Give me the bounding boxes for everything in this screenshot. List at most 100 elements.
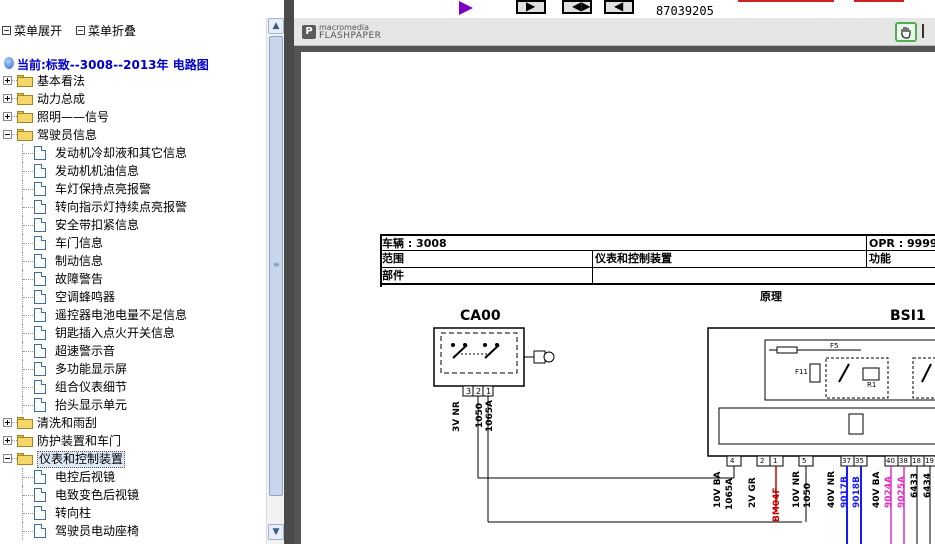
- tree-node-label: 故障警告: [55, 272, 104, 286]
- ca00-pin-1: 1: [486, 387, 492, 396]
- tree-folder-node[interactable]: 防护装置和车门: [0, 432, 266, 450]
- document-icon: [34, 362, 46, 376]
- document-page: 车辆 : 3008 OPR : 9999 范围 仪表和控制装置 功能 部件 原理…: [301, 52, 935, 544]
- document-icon: [34, 272, 46, 286]
- tree-doc-node[interactable]: 制动信息: [0, 252, 266, 270]
- arrow-right-icon: ▶: [526, 0, 536, 13]
- nav-button-1[interactable]: ▶: [516, 0, 546, 14]
- expand-node-icon[interactable]: [3, 94, 12, 103]
- tree-guide-line: [23, 261, 33, 262]
- tree-doc-node[interactable]: 多功能显示屏: [0, 360, 266, 378]
- tree-doc-node[interactable]: 超速警示音: [0, 342, 266, 360]
- flashpaper-logo-icon: P: [302, 25, 316, 39]
- tree-node-label: 电控后视镜: [55, 470, 116, 484]
- tree-guide-line: [23, 477, 33, 478]
- tree-top-strip: [0, 0, 266, 18]
- folder-icon: [17, 75, 33, 87]
- tree-folder-node[interactable]: 清洗和雨刮: [0, 414, 266, 432]
- bsi-conn-40vba: 40V BA: [872, 471, 882, 508]
- bsi-pin: 5: [802, 457, 807, 465]
- collapse-node-icon[interactable]: [3, 130, 12, 139]
- expand-all-button[interactable]: 菜单展开: [2, 22, 62, 39]
- tree-doc-node[interactable]: 转向指示灯持续点亮报警: [0, 198, 266, 216]
- tree-node-label: 钥匙插入点火开关信息: [55, 326, 176, 340]
- collapse-node-icon[interactable]: [3, 454, 12, 463]
- tree-scrollbar[interactable]: ▲ ≡ ▼: [266, 18, 284, 544]
- scroll-down-button[interactable]: ▼: [268, 524, 284, 540]
- tree-doc-node[interactable]: 空调蜂鸣器: [0, 288, 266, 306]
- tree-doc-node[interactable]: 转向柱: [0, 504, 266, 522]
- tree-folder-node[interactable]: 仪表和控制装置: [0, 450, 266, 468]
- hand-tool-button[interactable]: [895, 22, 917, 42]
- minus-box-icon: [76, 26, 85, 35]
- ca00-conn-label: 3V NR: [452, 401, 462, 432]
- tree-doc-node[interactable]: 车门信息: [0, 234, 266, 252]
- flashpaper-viewer: P macromedia FLASHPAPER 车辆 : 3008 OPR : …: [294, 18, 935, 544]
- panel-splitter[interactable]: [284, 0, 294, 544]
- collapse-all-button[interactable]: 菜单折叠: [76, 22, 136, 39]
- tree-doc-node[interactable]: 钥匙插入点火开关信息: [0, 324, 266, 342]
- bsi-pin: 1: [773, 457, 778, 465]
- tree-node-label: 车灯保持点亮报警: [55, 182, 152, 196]
- tree-node-label: 基本看法: [37, 74, 86, 88]
- document-icon: [34, 524, 46, 538]
- toolbar-separator: [922, 24, 932, 38]
- expand-node-icon[interactable]: [3, 436, 12, 445]
- open-folder-icon: [17, 129, 33, 141]
- expand-all-label: 菜单展开: [14, 24, 63, 38]
- bsi-wire-1050: 1050: [803, 482, 813, 508]
- expand-node-icon[interactable]: [3, 112, 12, 121]
- tree-doc-node[interactable]: 安全带扣紧信息: [0, 216, 266, 234]
- document-icon: [34, 344, 46, 358]
- wiring-schematic: [433, 327, 935, 544]
- tree-doc-node[interactable]: 发动机冷却液和其它信息: [0, 144, 266, 162]
- bsi-pin: 35: [855, 457, 864, 465]
- tree-folder-node[interactable]: 驾驶员信息: [0, 126, 266, 144]
- tree-doc-node[interactable]: 组合仪表细节: [0, 378, 266, 396]
- tree-node-label: 驾驶员电动座椅: [55, 524, 140, 538]
- bsi-wire-6434: 6434: [923, 472, 933, 498]
- tree-guide-line: [23, 153, 33, 154]
- tree-doc-node[interactable]: 电致变色后视镜: [0, 486, 266, 504]
- tree-node-label: 安全带扣紧信息: [55, 218, 140, 232]
- ca00-wire-1065a: 1065A: [485, 399, 495, 432]
- bsi-wire-1065a: 1065A: [725, 477, 735, 510]
- tree-node-label: 多功能显示屏: [55, 362, 128, 376]
- tree-guide-line: [23, 189, 33, 190]
- tree-node-label: 清洗和雨刮: [37, 416, 98, 430]
- tree-doc-node[interactable]: 车灯保持点亮报警: [0, 180, 266, 198]
- scroll-up-button[interactable]: ▲: [268, 18, 284, 34]
- nav-button-3[interactable]: ◀: [604, 0, 634, 14]
- nav-button-2[interactable]: ◀▶: [562, 0, 592, 14]
- strip-number: 87039205: [656, 4, 714, 18]
- tree-guide-line: [23, 225, 33, 226]
- bsi-conn-10vnr: 10V NR: [792, 470, 802, 508]
- tree-folder-node[interactable]: 动力总成: [0, 90, 266, 108]
- tree-doc-node[interactable]: 遥控器电池电量不足信息: [0, 306, 266, 324]
- bsi-pin: 37: [842, 457, 851, 465]
- red-underline: [738, 0, 834, 2]
- tree-node-label: 遥控器电池电量不足信息: [55, 308, 188, 322]
- tree-panel: 菜单展开 菜单折叠 当前:标致--3008--2013年 电路图 基本看法 动力总…: [0, 0, 284, 544]
- expand-node-icon[interactable]: [3, 418, 12, 427]
- tree-doc-node[interactable]: 电控后视镜: [0, 468, 266, 486]
- document-icon: [34, 506, 46, 520]
- tree-guide-line: [23, 369, 33, 370]
- tree-node-label: 动力总成: [37, 92, 86, 106]
- tree-guide-line: [23, 531, 33, 532]
- bsi-pin: 2: [760, 457, 765, 465]
- folder-icon: [17, 417, 33, 429]
- tree-doc-node[interactable]: 驾驶员电动座椅: [0, 522, 266, 540]
- tree-doc-node[interactable]: 抬头显示单元: [0, 396, 266, 414]
- tree-node-label: 空调蜂鸣器: [55, 290, 116, 304]
- tree-node-label: 车门信息: [55, 236, 104, 250]
- expand-node-icon[interactable]: [3, 76, 12, 85]
- tree-doc-node[interactable]: 故障警告: [0, 270, 266, 288]
- tree-guide-line: [23, 333, 33, 334]
- tree-guide-line: [23, 315, 33, 316]
- tree-doc-node[interactable]: 发动机机油信息: [0, 162, 266, 180]
- tree-folder-node[interactable]: 照明——信号: [0, 108, 266, 126]
- document-icon: [34, 146, 46, 160]
- tree-folder-node[interactable]: 基本看法: [0, 72, 266, 90]
- scroll-thumb[interactable]: ≡: [269, 36, 283, 496]
